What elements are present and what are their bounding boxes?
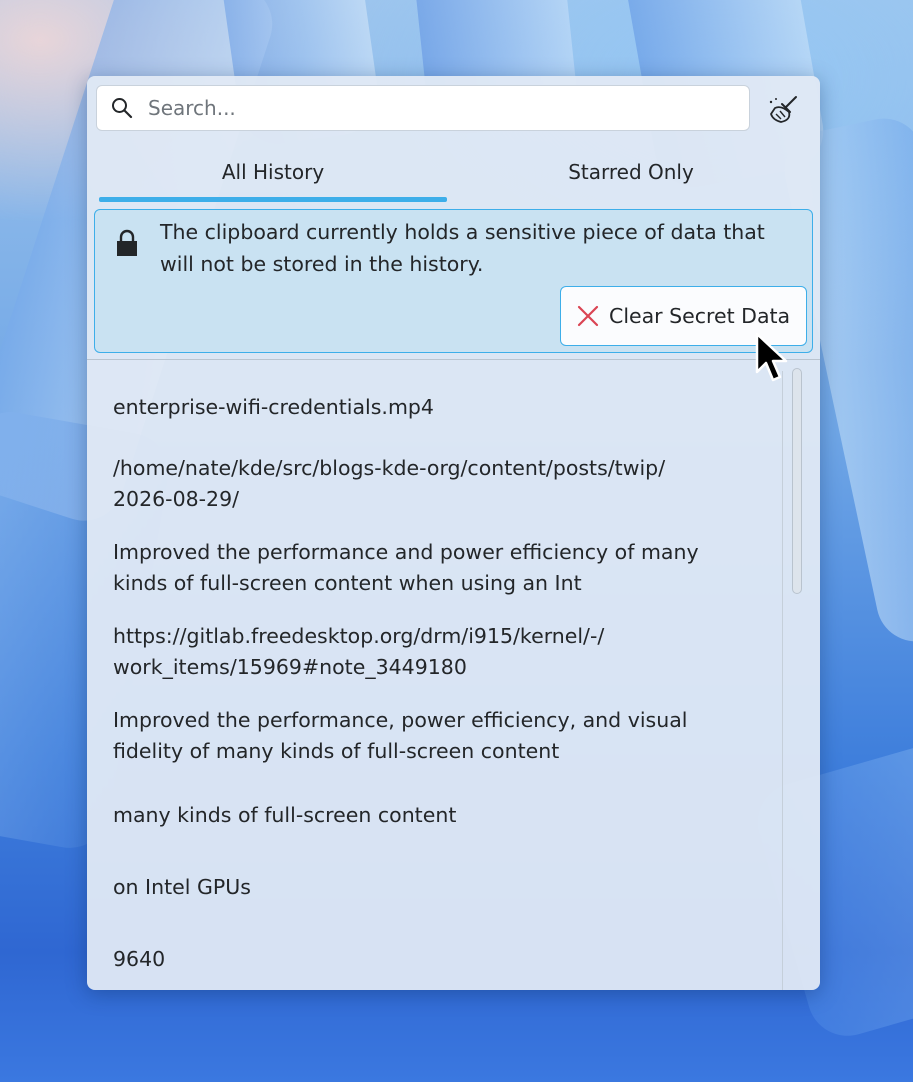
tab-starred-only[interactable]: Starred Only [457, 142, 805, 202]
search-field[interactable] [96, 85, 750, 131]
history-tabs: All History Starred Only [99, 142, 809, 202]
clear-secret-data-label: Clear Secret Data [609, 304, 791, 328]
message-text: The clipboard currently holds a sensitiv… [160, 220, 765, 276]
list-item[interactable]: on Intel GPUs [113, 872, 753, 903]
scrollbar[interactable] [791, 368, 803, 990]
sensitive-data-message: The clipboard currently holds a sensitiv… [94, 209, 813, 353]
tab-label: Starred Only [568, 160, 694, 184]
tab-label: All History [221, 160, 325, 184]
edit-clear-history-icon [769, 96, 797, 123]
list-item[interactable]: /home/nate/kde/src/blogs-kde-org/content… [113, 453, 753, 515]
list-item[interactable]: many kinds of full-screen content [113, 800, 753, 831]
list-item[interactable]: https://gitlab.freedesktop.org/drm/i915/… [113, 621, 753, 683]
search-input[interactable] [146, 87, 749, 129]
scrollbar-thumb[interactable] [792, 368, 802, 594]
list-item[interactable]: Improved the performance and power effic… [113, 537, 753, 599]
lock-icon [117, 229, 137, 256]
list-item[interactable]: Improved the performance, power efficien… [113, 705, 753, 767]
list-item[interactable]: 9640 [113, 944, 753, 975]
clear-secret-data-button[interactable]: Clear Secret Data [560, 286, 807, 346]
list-separator [782, 371, 783, 990]
close-icon [577, 305, 599, 327]
list-item[interactable]: enterprise-wifi-credentials.mp4 [113, 392, 753, 423]
history-list: enterprise-wifi-credentials.mp4 /home/na… [87, 360, 782, 990]
search-icon [112, 98, 133, 119]
clear-history-button[interactable] [763, 92, 803, 128]
tab-selected-indicator [99, 197, 447, 202]
clipboard-popup: All History Starred Only The clipboard c… [87, 76, 820, 990]
tab-all-history[interactable]: All History [99, 142, 447, 202]
